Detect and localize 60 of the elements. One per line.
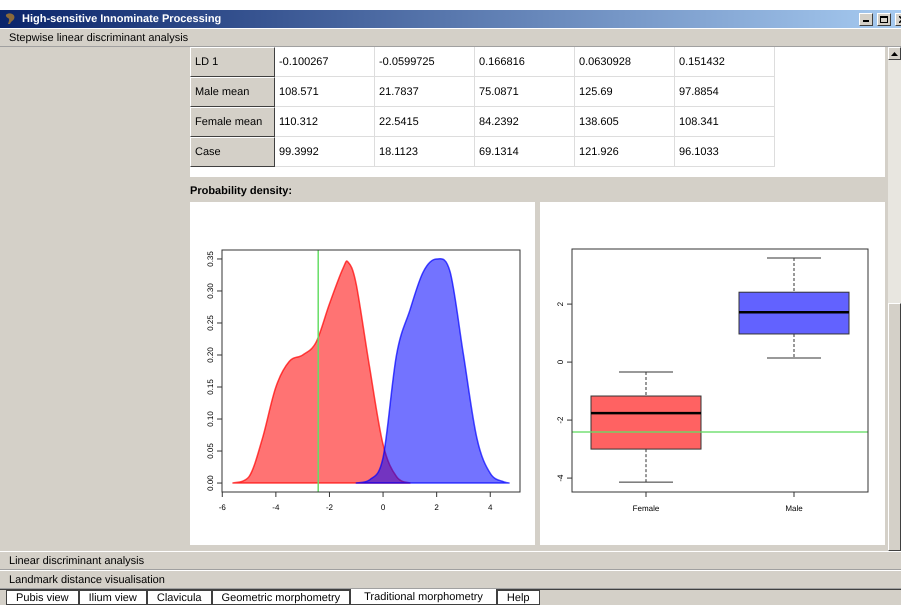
table-cell: 22.5415 (375, 107, 475, 137)
category-label: Male (785, 504, 803, 513)
category-label: Female (632, 504, 660, 513)
minimize-button[interactable] (859, 12, 873, 26)
table-cell: 69.1314 (475, 137, 575, 167)
axis-tick-label: 2 (556, 302, 565, 306)
tab[interactable]: Clavicula (146, 590, 212, 605)
axis-tick-label: 4 (488, 503, 492, 512)
table-cell: 75.0871 (475, 77, 575, 107)
maximize-button[interactable] (877, 12, 891, 26)
axis-tick-label: 2 (434, 503, 439, 512)
up-arrow-icon (891, 52, 898, 56)
table-cell: 99.3992 (275, 137, 375, 167)
axis-tick-label: 0.20 (206, 347, 215, 363)
window-title: High-sensitive Innominate Processing (22, 13, 222, 25)
axis-tick-label: -2 (556, 416, 565, 424)
table-cell: 0.166816 (475, 47, 575, 77)
charts-heading: Probability density: (190, 185, 292, 197)
axis-tick-label: -4 (272, 503, 280, 512)
section-header[interactable]: Stepwise linear discriminant analysis (0, 28, 901, 47)
table-cell: 21.7837 (375, 77, 475, 107)
row-header: Male mean (190, 77, 275, 107)
section-header[interactable]: Linear discriminant analysis (0, 551, 901, 570)
table-cell: 138.605 (575, 107, 675, 137)
row-header: LD 1 (190, 47, 275, 77)
table-cell: 0.151432 (675, 47, 775, 77)
row-header: Case (190, 137, 275, 167)
tab[interactable]: Pubis view (6, 590, 79, 605)
axis-tick-label: 0.15 (206, 379, 215, 395)
axis-tick-label: 0.05 (206, 443, 215, 459)
table-cell: 121.926 (575, 137, 675, 167)
table-cell: 108.571 (275, 77, 375, 107)
table-cell: 18.1123 (375, 137, 475, 167)
axis-tick-label: -6 (218, 503, 226, 512)
axis-tick-label: 0.25 (206, 315, 215, 331)
table-cell: -0.0599725 (375, 47, 475, 77)
table-cell: 110.312 (275, 107, 375, 137)
row-header: Female mean (190, 107, 275, 137)
axis-tick-label: 0 (556, 360, 565, 364)
axis-tick-label: 0.10 (206, 411, 215, 427)
table-cell: 108.341 (675, 107, 775, 137)
maximize-icon (880, 16, 888, 22)
tab[interactable]: Geometric morphometry (212, 590, 350, 605)
tab[interactable]: Help (496, 590, 540, 605)
table-cell: 97.8854 (675, 77, 775, 107)
axis-tick-label: 0.00 (206, 475, 215, 491)
table-cell: 84.2392 (475, 107, 575, 137)
axis-tick-label: -4 (556, 474, 565, 482)
axis-tick-label: 0.30 (206, 283, 215, 299)
table-cell: 125.69 (575, 77, 675, 107)
tab[interactable]: Ilium view (78, 590, 147, 605)
table-cell: 96.1033 (675, 137, 775, 167)
table-cell: -0.100267 (275, 47, 375, 77)
axis-tick-label: -2 (326, 503, 334, 512)
table-cell: 0.0630928 (575, 47, 675, 77)
tab[interactable]: Traditional morphometry (350, 589, 497, 605)
axis-tick-label: 0.35 (206, 251, 215, 267)
axis-tick-label: 0 (380, 503, 386, 512)
section-header[interactable]: Landmark distance visualisation (0, 570, 901, 589)
scrollbar[interactable] (888, 47, 901, 551)
